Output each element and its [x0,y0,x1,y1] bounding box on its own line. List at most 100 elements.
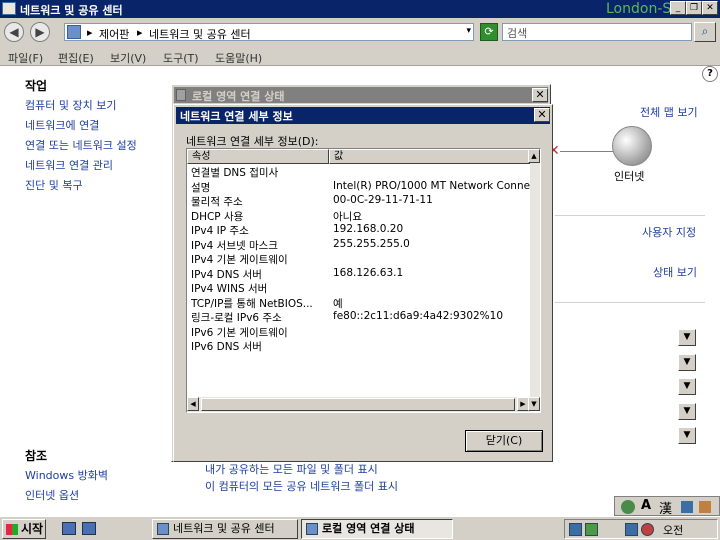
help-icon[interactable]: ? [702,66,718,82]
ime-icon[interactable] [621,500,635,514]
system-tray: 오전 11:53 [564,519,718,540]
server-manager-icon[interactable] [82,522,96,535]
taskbar-item-network-center[interactable]: 네트워크 및 공유 센터 [152,519,298,539]
details-dialog-titlebar[interactable]: 네트워크 연결 세부 정보 ✕ [176,107,550,124]
column-header-value[interactable]: 값 [329,149,530,164]
address-toolbar: ◀ ▶ ▸ 제어판 ▸ 네트워크 및 공유 센터 ▾ ⟳ 검색 ⌕ [0,18,720,46]
detail-value: Intel(R) PRO/1000 MT Network Connection [333,179,530,192]
internet-options-link[interactable]: 인터넷 옵션 [25,487,79,503]
listview-header: 속성 값 [187,149,530,164]
menu-view[interactable]: 보기(V) [110,50,146,66]
show-desktop-icon[interactable] [62,522,76,535]
view-status-link[interactable]: 상태 보기 [653,264,697,280]
language-bar[interactable]: A 漢 [614,496,720,517]
sharing-expand-button[interactable]: ▼ [678,329,696,346]
network-center-icon [157,523,169,535]
show-shared-network-folders-link[interactable]: 이 컴퓨터의 모든 공유 네트워크 폴더 표시 [205,478,398,494]
customize-link[interactable]: 사용자 지정 [642,224,696,240]
network-center-icon [2,2,16,15]
task-manage-connections-link[interactable]: 네트워크 연결 관리 [25,157,113,173]
task-connect-network-link[interactable]: 네트워크에 연결 [25,117,99,133]
tray-volume-muted-icon[interactable] [641,523,654,536]
ime-pad-icon[interactable] [681,501,693,513]
see-also-header: 참조 [25,449,48,463]
menu-help[interactable]: 도움말(H) [215,50,262,66]
detail-row[interactable]: TCP/IP를 통해 NetBIOS... 예 [187,295,530,310]
search-icon[interactable]: ⌕ [694,22,716,42]
tray-shield-icon[interactable] [585,523,598,536]
vertical-scrollbar[interactable]: ▲ [528,149,540,397]
status-dialog-close-button[interactable]: ✕ [532,88,548,102]
status-dialog-title: 로컬 영역 연결 상태 [192,90,285,103]
refresh-button[interactable]: ⟳ [480,23,498,41]
taskbar-item-label: 네트워크 및 공유 센터 [173,522,275,535]
minimize-button[interactable]: _ [670,1,686,15]
sharing-expand-button[interactable]: ▼ [678,378,696,395]
horizontal-scroll-thumb[interactable] [201,398,515,411]
detail-value: 00-0C-29-11-71-11 [333,194,433,206]
start-button[interactable]: 시작 [2,519,46,539]
close-button[interactable]: 닫기(C) [465,430,543,452]
network-connection-details-dialog: 네트워크 연결 세부 정보 ✕ 네트워크 연결 세부 정보(D): 속성 값 연… [173,104,553,462]
address-dropdown-icon[interactable]: ▾ [466,26,471,36]
scroll-down-button[interactable]: ▼ [528,397,540,411]
status-dialog-titlebar[interactable]: 로컬 영역 연결 상태 ✕ [174,87,548,103]
address-field[interactable]: ▸ 제어판 ▸ 네트워크 및 공유 센터 ▾ [64,23,474,41]
detail-row[interactable]: 링크-로컬 IPv6 주소 fe80::2c11:d6a9:4a42:9302%1… [187,309,530,324]
task-view-computers-link[interactable]: 컴퓨터 및 장치 보기 [25,97,116,113]
window-titlebar[interactable]: 네트워크 및 공유 센터 London-Sever _ ❐ ✕ [0,0,720,18]
tray-network-icon[interactable] [569,523,582,536]
sharing-expand-button[interactable]: ▼ [678,427,696,444]
task-setup-connection-link[interactable]: 연결 또는 네트워크 설정 [25,137,137,153]
detail-row[interactable]: IPv4 서브넷 마스크 255.255.255.0 [187,237,530,252]
detail-row[interactable]: DHCP 사용 아니요 [187,208,530,223]
search-input[interactable]: 검색 [502,23,692,41]
back-button[interactable]: ◀ [4,22,24,42]
detail-property: IPv6 DNS 서버 [191,341,262,353]
detail-value: 168.126.63.1 [333,266,404,279]
detail-row[interactable]: IPv6 DNS 서버 [187,338,530,353]
detail-row[interactable]: IPv4 WINS 서버 [187,280,530,295]
tray-monitor-icon[interactable] [625,523,638,536]
close-window-button[interactable]: ✕ [702,1,718,15]
details-listview[interactable]: 속성 값 연결별 DNS 접미사 설명 Intel(R) PRO/1000 MT N… [186,148,541,413]
detail-row[interactable]: 설명Intel(R) PRO/1000 MT Network Connectio… [187,179,530,194]
clock[interactable]: 오전 11:53 [663,522,717,540]
internet-globe-icon[interactable] [612,126,652,166]
menu-file[interactable]: 파일(F) [8,50,43,66]
menu-edit[interactable]: 편집(E) [58,50,94,66]
restore-button[interactable]: ❐ [686,1,702,15]
ime-options-icon[interactable] [699,501,711,513]
detail-row[interactable]: IPv6 기본 게이트웨이 [187,324,530,339]
taskbar: 시작 네트워크 및 공유 센터 로컬 영역 연결 상태 오전 11:53 [0,516,720,540]
scroll-up-button[interactable]: ▲ [528,149,540,163]
menu-bar: 파일(F) 편집(E) 보기(V) 도구(T) 도움말(H) [0,46,720,66]
detail-row[interactable]: IPv4 기본 게이트웨이 [187,251,530,266]
listview-rows: 연결별 DNS 접미사 설명 Intel(R) PRO/1000 MT Networ… [187,164,530,353]
taskbar-item-label: 로컬 영역 연결 상태 [322,522,415,535]
sharing-expand-button[interactable]: ▼ [678,354,696,371]
breadcrumb-control-panel[interactable]: 제어판 [99,26,129,42]
breadcrumb-network-center[interactable]: 네트워크 및 공유 센터 [149,26,251,42]
horizontal-scrollbar[interactable]: ◀ ▶ [187,397,530,412]
task-diagnose-repair-link[interactable]: 진단 및 복구 [25,177,83,193]
detail-row[interactable]: 물리적 주소 00-0C-29-11-71-11 [187,193,530,208]
input-mode-indicator[interactable]: A [641,498,651,513]
internet-label: 인터넷 [614,170,645,183]
sharing-expand-button[interactable]: ▼ [678,403,696,420]
detail-row[interactable]: IPv4 IP 주소 192.168.0.20 [187,222,530,237]
scroll-left-button[interactable]: ◀ [187,397,199,411]
detail-row[interactable]: IPv4 DNS 서버 168.126.63.1 [187,266,530,281]
forward-button[interactable]: ▶ [30,22,50,42]
show-my-shared-files-link[interactable]: 내가 공유하는 모든 파일 및 폴더 표시 [205,461,378,477]
details-dialog-close-icon[interactable]: ✕ [534,108,550,122]
taskbar-item-connection-status[interactable]: 로컬 영역 연결 상태 [301,519,453,539]
detail-value: 255.255.255.0 [333,237,410,250]
view-full-map-link[interactable]: 전체 맵 보기 [640,104,698,120]
windows-logo-icon [6,524,18,535]
column-header-property[interactable]: 속성 [187,149,329,164]
detail-row[interactable]: 연결별 DNS 접미사 [187,164,530,179]
windows-firewall-link[interactable]: Windows 방화벽 [25,467,108,483]
hanja-indicator[interactable]: 漢 [659,498,672,517]
menu-tools[interactable]: 도구(T) [163,50,199,66]
